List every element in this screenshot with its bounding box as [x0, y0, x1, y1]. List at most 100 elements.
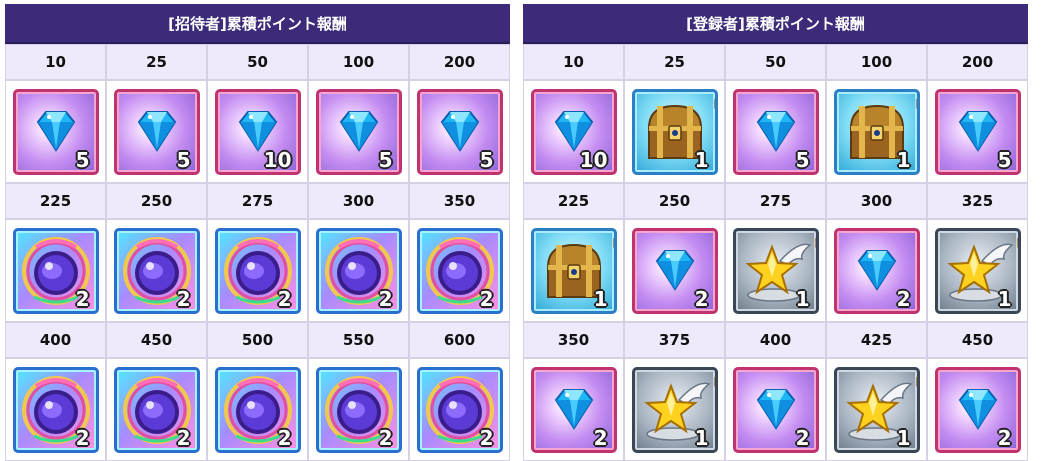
- point-threshold: 600: [410, 323, 509, 357]
- winged-star-icon: 1: [934, 227, 1021, 314]
- reward-quantity: 2: [479, 286, 494, 311]
- diamond-gem-icon: 5: [315, 88, 402, 175]
- point-threshold: 225: [524, 184, 623, 218]
- point-threshold: 200: [928, 45, 1027, 79]
- reward-cell: 5: [928, 81, 1027, 182]
- point-threshold: 350: [410, 184, 509, 218]
- point-threshold: 350: [524, 323, 623, 357]
- reward-quantity: 2: [479, 425, 494, 450]
- crystal-orb-icon: 2: [315, 227, 402, 314]
- point-threshold: 550: [309, 323, 408, 357]
- panel-title: [登録者]累積ポイント報酬: [523, 4, 1028, 44]
- point-threshold: 400: [726, 323, 825, 357]
- reward-quantity: 2: [176, 286, 191, 311]
- point-threshold: 50: [208, 45, 307, 79]
- reward-quantity: 2: [593, 425, 608, 450]
- point-threshold: 100: [309, 45, 408, 79]
- diamond-gem-icon: 2: [934, 366, 1021, 453]
- winged-star-icon: 1: [631, 366, 718, 453]
- reward-quantity: 1: [694, 425, 709, 450]
- point-threshold: 450: [107, 323, 206, 357]
- reward-cell: 5: [6, 81, 105, 182]
- point-threshold: 250: [625, 184, 724, 218]
- reward-cell: 2: [208, 220, 307, 321]
- reward-cell: 2: [726, 359, 825, 460]
- reward-quantity: 2: [277, 286, 292, 311]
- crystal-orb-icon: 2: [12, 227, 99, 314]
- reward-quantity: 10: [579, 147, 608, 172]
- reward-cell: 2: [410, 220, 509, 321]
- crystal-orb-icon: 2: [12, 366, 99, 453]
- reward-cell: 2: [309, 359, 408, 460]
- reward-cell: 1: [524, 220, 623, 321]
- diamond-gem-icon: 2: [732, 366, 819, 453]
- reward-quantity: 2: [378, 425, 393, 450]
- diamond-gem-icon: 5: [934, 88, 1021, 175]
- reward-cell: 1: [625, 359, 724, 460]
- reward-quantity: 1: [896, 425, 911, 450]
- reward-quantity: 1: [694, 147, 709, 172]
- point-threshold: 10: [6, 45, 105, 79]
- reward-cell: 1: [827, 359, 926, 460]
- treasure-chest-icon: 1: [833, 88, 920, 175]
- reward-quantity: 2: [176, 425, 191, 450]
- inviter-reward-panel: [招待者]累積ポイント報酬 10 25 50 100 200 5 5 10 5 5 225 250 27…: [5, 4, 510, 461]
- reward-cell: 5: [309, 81, 408, 182]
- reward-cell: 2: [309, 220, 408, 321]
- reward-cell: 1: [928, 220, 1027, 321]
- point-threshold: 300: [827, 184, 926, 218]
- reward-quantity: 5: [795, 147, 810, 172]
- point-threshold: 25: [625, 45, 724, 79]
- crystal-orb-icon: 2: [315, 366, 402, 453]
- reward-cell: 1: [726, 220, 825, 321]
- reward-cell: 5: [410, 81, 509, 182]
- reward-quantity: 5: [75, 147, 90, 172]
- reward-cell: 2: [827, 220, 926, 321]
- reward-cell: 2: [524, 359, 623, 460]
- reward-quantity: 5: [479, 147, 494, 172]
- reward-quantity: 1: [896, 147, 911, 172]
- treasure-chest-icon: 1: [631, 88, 718, 175]
- point-threshold: 50: [726, 45, 825, 79]
- reward-quantity: 2: [694, 286, 709, 311]
- reward-quantity: 5: [997, 147, 1012, 172]
- point-threshold: 10: [524, 45, 623, 79]
- crystal-orb-icon: 2: [416, 227, 503, 314]
- point-threshold: 325: [928, 184, 1027, 218]
- point-threshold: 425: [827, 323, 926, 357]
- reward-cell: 5: [726, 81, 825, 182]
- point-threshold: 275: [726, 184, 825, 218]
- crystal-orb-icon: 2: [416, 366, 503, 453]
- reward-quantity: 1: [593, 286, 608, 311]
- point-threshold: 375: [625, 323, 724, 357]
- reward-cell: 2: [410, 359, 509, 460]
- reward-quantity: 2: [795, 425, 810, 450]
- reward-quantity: 2: [75, 425, 90, 450]
- reward-quantity: 10: [263, 147, 292, 172]
- panel-title: [招待者]累積ポイント報酬: [5, 4, 510, 44]
- reward-cell: 10: [208, 81, 307, 182]
- reward-grid: 10 25 50 100 200 10 1 5 1 5 225 250 275 300 325 1 2 1 2 1 35…: [523, 44, 1028, 461]
- point-threshold: 100: [827, 45, 926, 79]
- point-threshold: 25: [107, 45, 206, 79]
- reward-cell: 2: [625, 220, 724, 321]
- winged-star-icon: 1: [732, 227, 819, 314]
- point-threshold: 200: [410, 45, 509, 79]
- winged-star-icon: 1: [833, 366, 920, 453]
- treasure-chest-icon: 1: [530, 227, 617, 314]
- reward-cell: 2: [6, 359, 105, 460]
- reward-cell: 2: [6, 220, 105, 321]
- reward-cell: 2: [208, 359, 307, 460]
- reward-quantity: 5: [378, 147, 393, 172]
- point-threshold: 500: [208, 323, 307, 357]
- diamond-gem-icon: 2: [631, 227, 718, 314]
- point-threshold: 250: [107, 184, 206, 218]
- reward-quantity: 1: [997, 286, 1012, 311]
- point-threshold: 400: [6, 323, 105, 357]
- point-threshold: 225: [6, 184, 105, 218]
- reward-cell: 2: [107, 220, 206, 321]
- diamond-gem-icon: 2: [833, 227, 920, 314]
- reward-quantity: 2: [378, 286, 393, 311]
- point-threshold: 300: [309, 184, 408, 218]
- crystal-orb-icon: 2: [214, 227, 301, 314]
